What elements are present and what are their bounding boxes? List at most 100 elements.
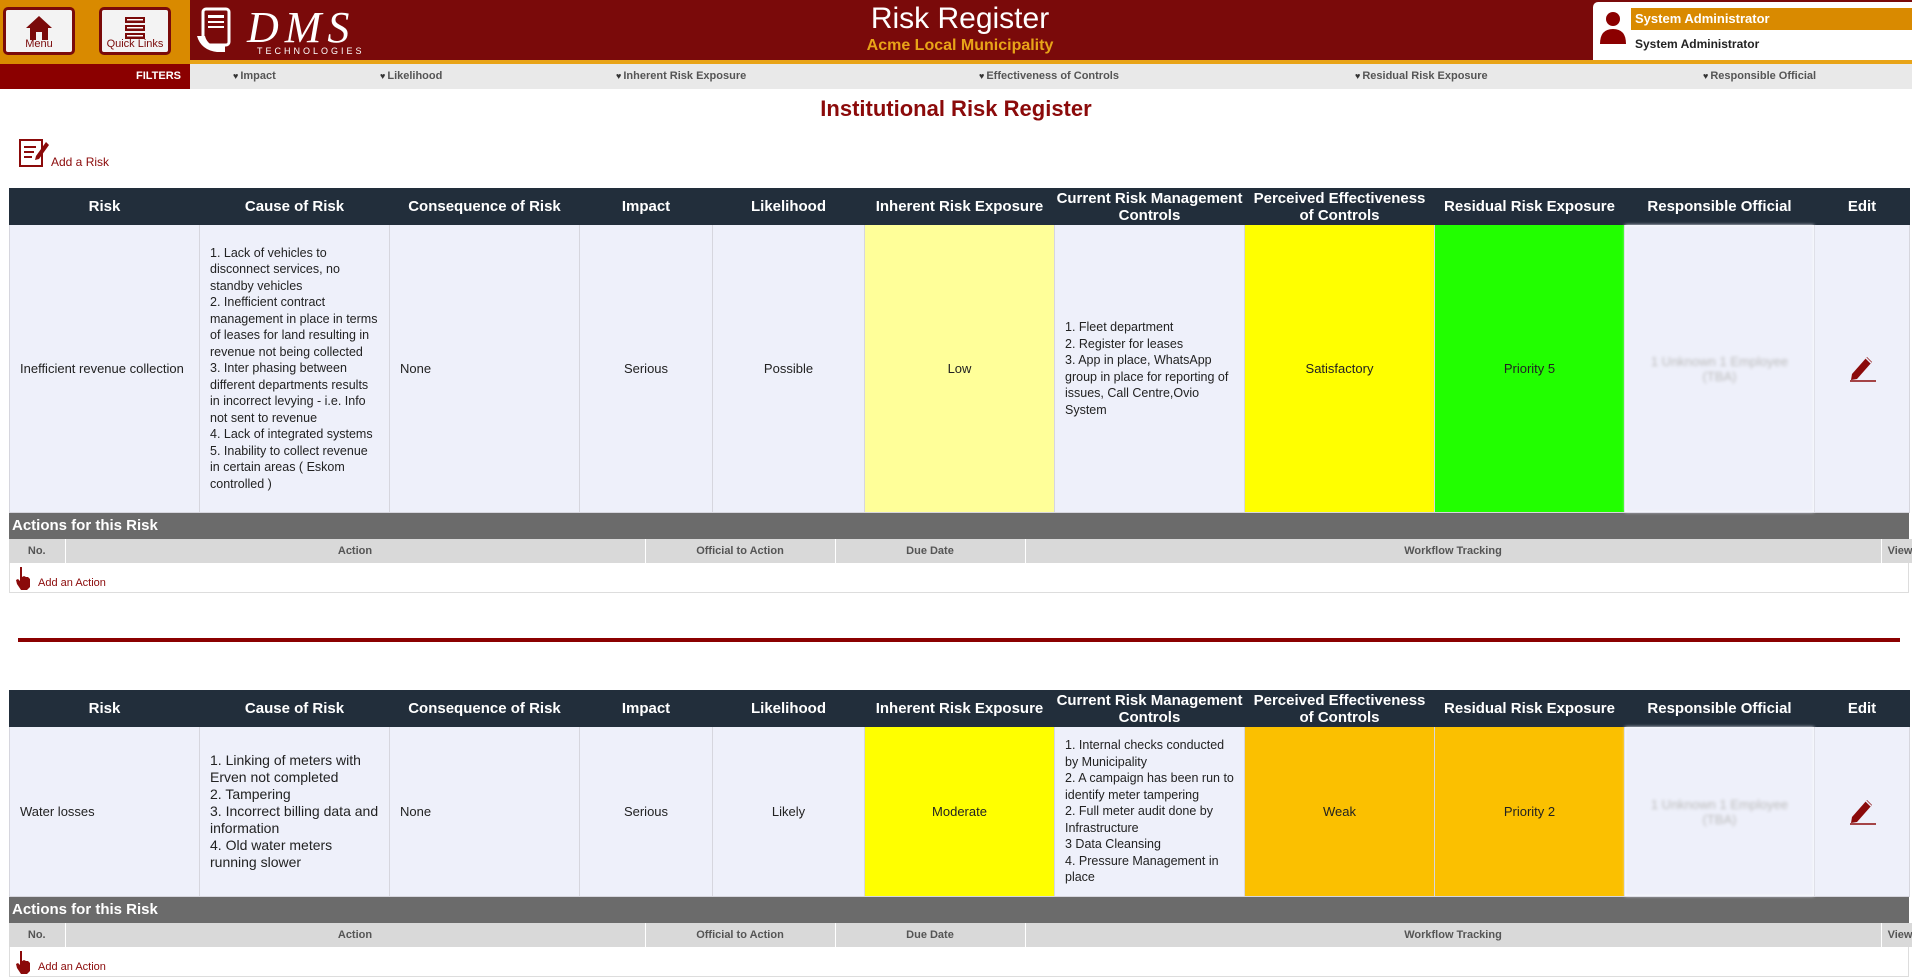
col-impact: Impact <box>579 188 713 225</box>
quick-links-button[interactable]: Quick Links <box>99 7 171 55</box>
document-hand-icon <box>197 7 231 52</box>
add-action-button[interactable]: Add an Action <box>9 563 1909 593</box>
nav-box: Menu Quick Links <box>0 0 190 64</box>
col-official: Responsible Official <box>1624 690 1815 727</box>
filter-impact[interactable]: ♥ Impact <box>233 70 276 82</box>
hand-pointer-icon <box>16 567 30 590</box>
col-controls: Current Risk Management Controls <box>1054 188 1245 225</box>
actions-table-header: No. Action Official to Action Due Date W… <box>9 923 1912 947</box>
table-row: Inefficient revenue collection 1. Lack o… <box>9 224 1910 513</box>
dms-logo: DMS TECHNOLOGIES <box>195 6 385 58</box>
col-workflow-tracking: Workflow Tracking <box>1025 923 1882 947</box>
risk-table: Risk Cause of Risk Consequence of Risk I… <box>9 188 1910 513</box>
risk-block: Risk Cause of Risk Consequence of Risk I… <box>9 690 1912 977</box>
col-residual: Residual Risk Exposure <box>1434 690 1625 727</box>
risk-residual-exposure: Priority 5 <box>1434 224 1625 513</box>
col-edit: Edit <box>1814 188 1910 225</box>
filter-inherent-risk[interactable]: ♥ Inherent Risk Exposure <box>616 70 746 82</box>
col-edit: Edit <box>1814 690 1910 727</box>
risk-controls: 1. Fleet department 2. Register for leas… <box>1054 224 1245 513</box>
menu-label: Menu <box>25 38 53 50</box>
actions-header: Actions for this Risk <box>9 513 1909 539</box>
risk-inherent-exposure: Moderate <box>864 726 1055 897</box>
col-official: Responsible Official <box>1624 188 1815 225</box>
col-cause: Cause of Risk <box>199 188 390 225</box>
heart-icon: ♥ <box>380 71 386 81</box>
risk-consequence: None <box>389 726 580 897</box>
add-action-label: Add an Action <box>38 961 106 973</box>
add-action-label: Add an Action <box>38 577 106 589</box>
filter-responsible-official[interactable]: ♥ Responsible Official <box>1703 70 1816 82</box>
heart-icon: ♥ <box>616 71 622 81</box>
col-action: Action <box>65 923 646 947</box>
risk-controls: 1. Internal checks conducted by Municipa… <box>1054 726 1245 897</box>
col-action: Action <box>65 539 646 563</box>
add-risk-label: Add a Risk <box>51 155 110 169</box>
filter-effectiveness[interactable]: ♥ Effectiveness of Controls <box>979 70 1119 82</box>
col-residual: Residual Risk Exposure <box>1434 188 1625 225</box>
risk-inherent-exposure: Low <box>864 224 1055 513</box>
heart-icon: ♥ <box>233 71 239 81</box>
pencil-icon[interactable] <box>1847 795 1877 825</box>
edit-document-icon <box>19 139 49 167</box>
actions-table: No. Action Official to Action Due Date W… <box>9 923 1912 947</box>
logo-subtext: TECHNOLOGIES <box>257 46 365 56</box>
col-risk: Risk <box>9 690 200 727</box>
heart-icon: ♥ <box>1355 71 1361 81</box>
risk-responsible-official: 1 Unknown 1 Employee (TBA) <box>1624 224 1815 513</box>
col-view: View <box>1881 923 1912 947</box>
add-risk-button[interactable]: Add a Risk <box>18 136 109 173</box>
municipality-name: Acme Local Municipality <box>866 37 1054 54</box>
risk-cause: 1. Linking of meters with Erven not comp… <box>199 726 390 897</box>
col-effectiveness: Perceived Effectiveness of Controls <box>1244 188 1435 225</box>
col-action-no: No. <box>9 923 66 947</box>
quick-links-label: Quick Links <box>106 38 164 50</box>
col-controls: Current Risk Management Controls <box>1054 690 1245 727</box>
actions-header: Actions for this Risk <box>9 897 1909 923</box>
col-inherent: Inherent Risk Exposure <box>864 188 1055 225</box>
edit-cell <box>1814 224 1910 513</box>
user-box[interactable]: System Administrator System Administrato… <box>1593 2 1912 60</box>
heart-icon: ♥ <box>979 71 985 81</box>
risk-likelihood: Possible <box>712 224 865 513</box>
risk-responsible-official: 1 Unknown 1 Employee (TBA) <box>1624 726 1815 897</box>
risk-impact: Serious <box>579 726 713 897</box>
risk-table-header: Risk Cause of Risk Consequence of Risk I… <box>9 690 1910 727</box>
pencil-icon[interactable] <box>1847 352 1877 382</box>
risk-cause: 1. Lack of vehicles to disconnect servic… <box>199 224 390 513</box>
menu-button[interactable]: Menu <box>3 7 75 55</box>
col-inherent: Inherent Risk Exposure <box>864 690 1055 727</box>
actions-table-header: No. Action Official to Action Due Date W… <box>9 539 1912 563</box>
filter-likelihood[interactable]: ♥ Likelihood <box>380 70 442 82</box>
risk-name: Water losses <box>9 726 200 897</box>
risk-block: Risk Cause of Risk Consequence of Risk I… <box>9 188 1912 593</box>
risk-consequence: None <box>389 224 580 513</box>
col-workflow-tracking: Workflow Tracking <box>1025 539 1882 563</box>
page-title: Institutional Risk Register <box>820 96 1092 121</box>
col-due-date: Due Date <box>835 539 1026 563</box>
col-consequence: Consequence of Risk <box>389 690 580 727</box>
col-likelihood: Likelihood <box>712 690 865 727</box>
logo-text: DMS <box>247 3 356 52</box>
risk-name: Inefficient revenue collection <box>9 224 200 513</box>
filter-residual-risk[interactable]: ♥ Residual Risk Exposure <box>1355 70 1488 82</box>
col-effectiveness: Perceived Effectiveness of Controls <box>1244 690 1435 727</box>
col-likelihood: Likelihood <box>712 188 865 225</box>
edit-cell <box>1814 726 1910 897</box>
risk-effectiveness: Weak <box>1244 726 1435 897</box>
filters-label: FILTERS <box>0 64 190 89</box>
risk-effectiveness: Satisfactory <box>1244 224 1435 513</box>
filter-bar: FILTERS ♥ Impact ♥ Likelihood ♥ Inherent Ri… <box>0 64 1912 89</box>
risk-table: Risk Cause of Risk Consequence of Risk I… <box>9 690 1910 897</box>
user-name: System Administrator <box>1635 37 1760 51</box>
risk-divider <box>18 638 1900 642</box>
risk-impact: Serious <box>579 224 713 513</box>
col-action-no: No. <box>9 539 66 563</box>
user-avatar-icon <box>1600 12 1626 44</box>
col-official-to-action: Official to Action <box>645 539 836 563</box>
col-official-to-action: Official to Action <box>645 923 836 947</box>
add-action-button[interactable]: Add an Action <box>9 947 1909 977</box>
col-view: View <box>1881 539 1912 563</box>
col-due-date: Due Date <box>835 923 1026 947</box>
actions-table: No. Action Official to Action Due Date W… <box>9 539 1912 563</box>
